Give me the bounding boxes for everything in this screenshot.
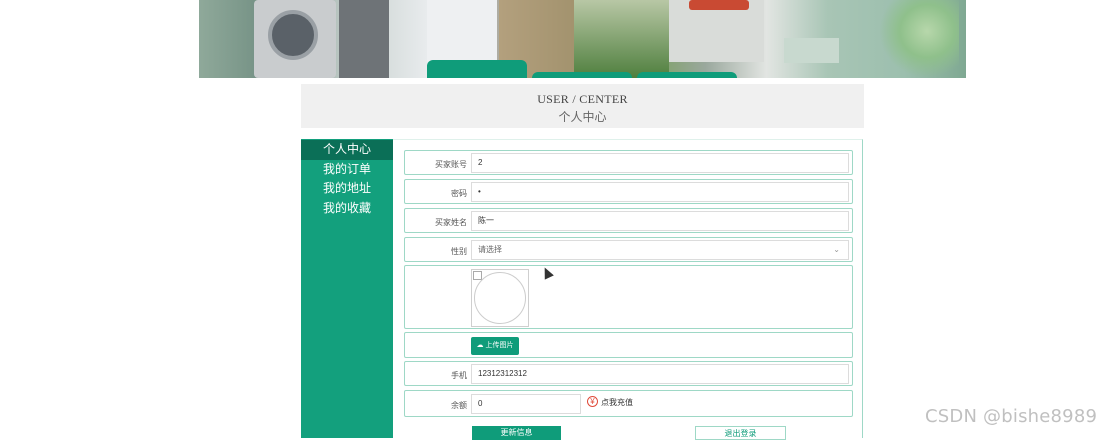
upload-image-button[interactable]: ☁ 上传图片 [471, 337, 519, 355]
display-block-image [669, 0, 764, 62]
sidebar-item-address[interactable]: 我的地址 [301, 179, 393, 199]
profile-form: 买家账号 2 密码 • 买家姓名 陈一 性别 请选择 ⌄ ☁ 上传图片 手机 12… [393, 139, 863, 438]
form-row-phone: 手机 12312312312 [404, 361, 853, 386]
password-input[interactable]: • [471, 182, 849, 202]
page-title: 个人中心 [558, 110, 607, 124]
gender-select[interactable]: 请选择 ⌄ [471, 240, 849, 260]
page-title-bar: USER / CENTER 个人中心 [301, 84, 864, 128]
upload-button-label: 上传图片 [485, 342, 514, 349]
balance-input[interactable]: 0 [471, 394, 581, 414]
chevron-down-icon: ⌄ [833, 245, 840, 254]
nav-tab-2[interactable] [532, 72, 632, 78]
avatar-circle [474, 272, 526, 324]
landscape-image [574, 0, 669, 78]
balance-label: 余额 [451, 401, 467, 410]
phone-input[interactable]: 12312312312 [471, 364, 849, 384]
sidebar: 个人中心 我的订单 我的地址 我的收藏 [301, 139, 393, 438]
password-label: 密码 [451, 189, 467, 198]
yen-icon: ¥ [587, 396, 598, 407]
nav-tab-3[interactable] [637, 72, 737, 78]
account-input[interactable]: 2 [471, 153, 849, 173]
form-row-account: 买家账号 2 [404, 150, 853, 175]
form-row-password: 密码 • [404, 179, 853, 204]
header-banner [199, 0, 966, 78]
cloud-upload-icon: ☁ [476, 342, 484, 349]
phone-label: 手机 [451, 371, 467, 380]
appliance-image [339, 0, 389, 78]
account-label: 买家账号 [435, 160, 467, 169]
form-row-balance: 余额 0 ¥ 点我充值 [404, 390, 853, 417]
avatar-image [471, 269, 529, 327]
name-input[interactable]: 陈一 [471, 211, 849, 231]
sidebar-item-user-center[interactable]: 个人中心 [301, 140, 393, 160]
recharge-link[interactable]: 点我充值 [601, 397, 633, 408]
form-row-gender: 性别 请选择 ⌄ [404, 237, 853, 262]
sidebar-item-favorites[interactable]: 我的收藏 [301, 199, 393, 219]
chair-image [879, 0, 959, 78]
form-row-name: 买家姓名 陈一 [404, 208, 853, 233]
name-label: 买家姓名 [435, 218, 467, 227]
display-block-image [784, 38, 839, 63]
sidebar-item-orders[interactable]: 我的订单 [301, 160, 393, 180]
watermark: CSDN @bishe8989 [925, 406, 1098, 427]
page-title-en: USER / CENTER [537, 92, 628, 106]
nav-tab-1[interactable] [427, 60, 527, 78]
washing-machine-image [254, 0, 336, 78]
form-row-avatar [404, 265, 853, 329]
gender-select-value: 请选择 [478, 245, 502, 254]
gender-label: 性别 [451, 247, 467, 256]
form-row-upload: ☁ 上传图片 [404, 332, 853, 358]
